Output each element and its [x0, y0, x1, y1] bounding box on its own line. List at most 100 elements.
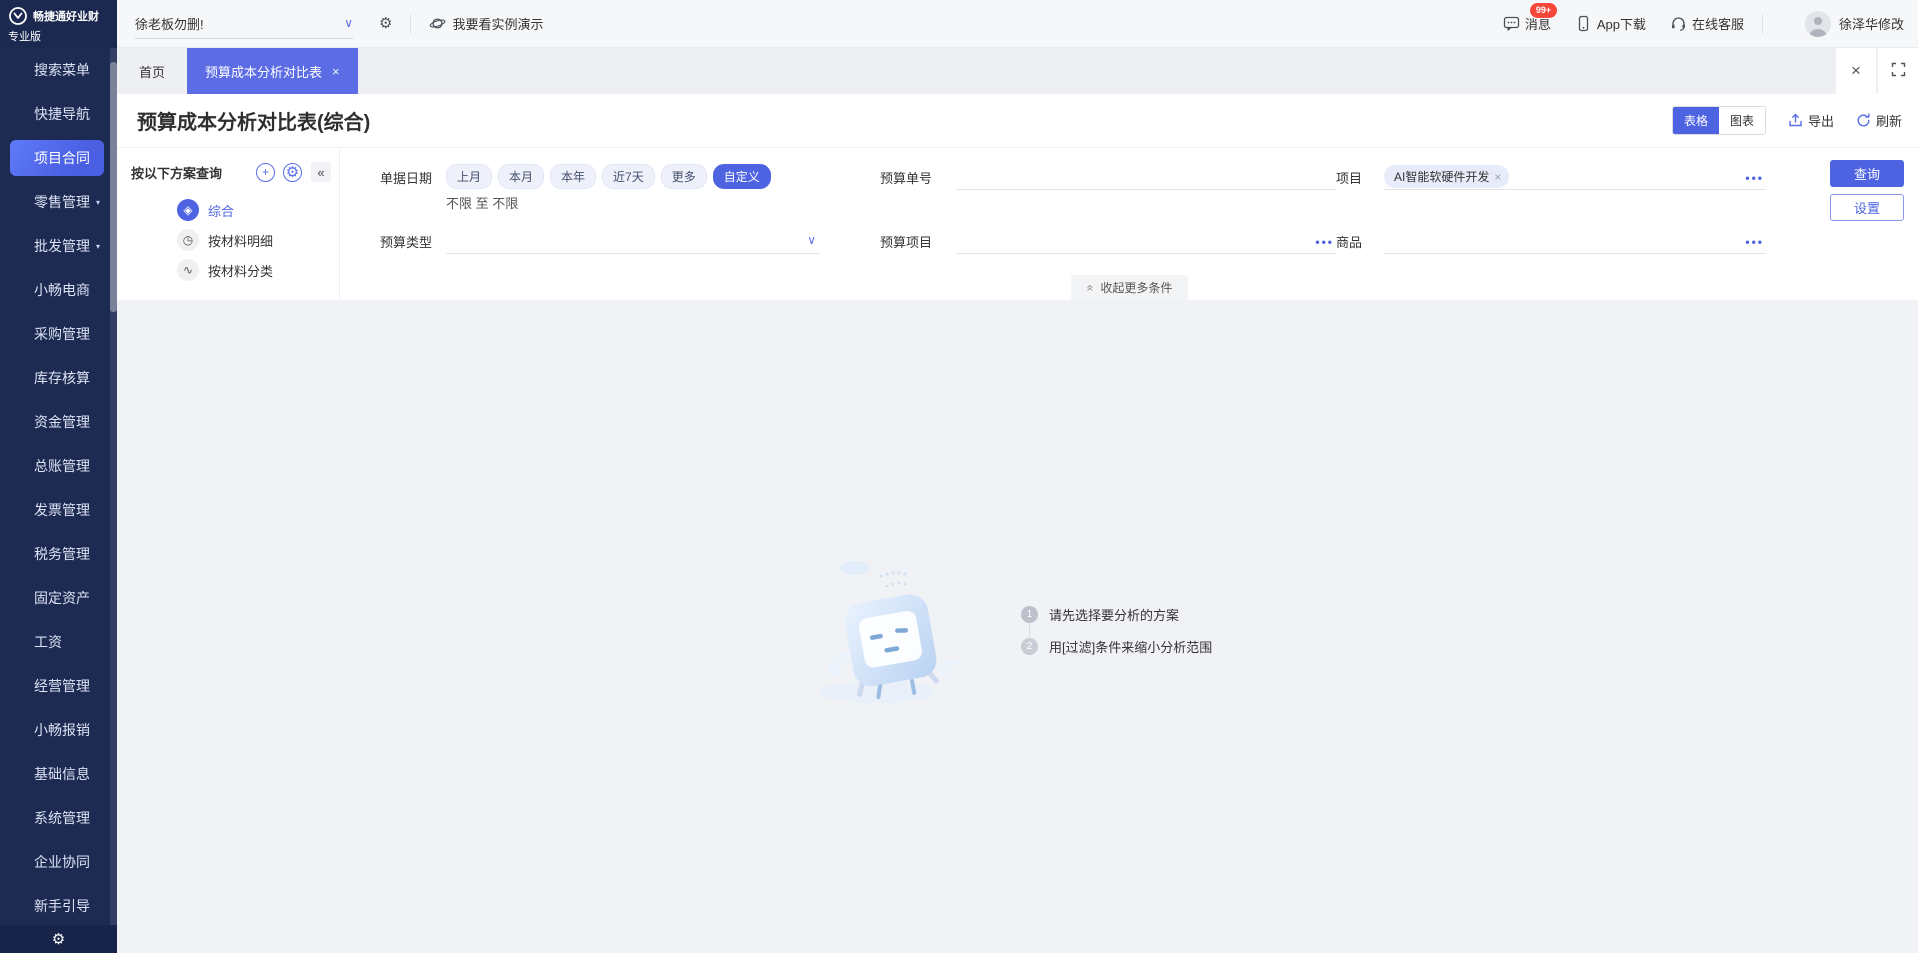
sidebar-item-button[interactable]: 快捷导航 — [10, 96, 104, 132]
sidebar-item-button[interactable]: 企业协同 — [10, 844, 104, 880]
tab-home[interactable]: 首页 — [117, 48, 187, 94]
sidebar-item-label: 零售管理 — [34, 192, 90, 212]
sidebar-item-button[interactable]: 总账管理 — [10, 448, 104, 484]
sidebar-item-button[interactable]: 基础信息 — [10, 756, 104, 792]
tab-close-icon[interactable] — [332, 64, 340, 79]
budget-type-select[interactable] — [446, 228, 820, 254]
messages-button[interactable]: 99+ 消息 — [1503, 14, 1551, 33]
collapse-panel-icon[interactable] — [311, 162, 331, 182]
remove-tag-icon[interactable] — [1494, 170, 1501, 184]
app-window: 畅捷通好业财 专业版 搜索菜单 快捷导航 项目合同 — [0, 0, 1918, 953]
plan-label: 按材料分类 — [208, 261, 273, 280]
sidebar-item-button[interactable]: 小畅报销 — [10, 712, 104, 748]
sidebar-item-label: 工资 — [34, 632, 62, 652]
sidebar-item-button[interactable]: 零售管理 — [10, 184, 104, 220]
sidebar-item-button[interactable]: 工资 — [10, 624, 104, 660]
date-range-value[interactable]: 不限 至 不限 — [446, 193, 777, 212]
date-option-pill[interactable]: 本月 — [498, 164, 544, 189]
sidebar-item-label: 新手引导 — [34, 896, 90, 916]
view-table-button[interactable]: 表格 — [1673, 107, 1719, 134]
app-download-button[interactable]: App下载 — [1575, 14, 1646, 33]
date-option-pill[interactable]: 近7天 — [602, 164, 655, 189]
export-label: 导出 — [1808, 111, 1834, 130]
sidebar-item-button[interactable]: 资金管理 — [10, 404, 104, 440]
project-picker-icon[interactable] — [1745, 171, 1764, 185]
sidebar-item-button[interactable]: 搜索菜单 — [10, 52, 104, 88]
plan-list: 综合 按材料明细 按材料分类 — [177, 199, 339, 281]
query-panel-title: 按以下方案查询 — [131, 163, 248, 182]
empty-state-steps: 1 请先选择要分析的方案 2 用[过滤]条件来缩小分析范围 — [1021, 605, 1212, 656]
collapse-more-label: 收起更多条件 — [1100, 279, 1172, 296]
phone-icon — [1575, 15, 1592, 32]
sidebar-item-button[interactable]: 小畅电商 — [10, 272, 104, 308]
user-name[interactable]: 徐泽华修改 — [1839, 14, 1904, 33]
tab-active[interactable]: 预算成本分析对比表 — [187, 48, 358, 94]
sidebar-item-label: 库存核算 — [34, 368, 90, 388]
sidebar: 畅捷通好业财 专业版 搜索菜单 快捷导航 项目合同 — [0, 0, 117, 953]
support-button[interactable]: 在线客服 — [1670, 14, 1744, 33]
chevron-up-icon — [1083, 284, 1097, 291]
sidebar-scrollbar-thumb[interactable] — [110, 62, 117, 312]
date-option-pill[interactable]: 本年 — [550, 164, 596, 189]
planet-icon — [429, 15, 446, 32]
step-text: 请先选择要分析的方案 — [1049, 605, 1179, 624]
export-button[interactable]: 导出 — [1788, 111, 1834, 130]
filter-block: 按以下方案查询 + 综合 按材料明细 — [117, 148, 1918, 300]
add-plan-icon[interactable]: + — [256, 163, 275, 182]
sidebar-item-button[interactable]: 批发管理 — [10, 228, 104, 264]
date-option-pill[interactable]: 更多 — [661, 164, 707, 189]
sidebar-item-button[interactable]: 库存核算 — [10, 360, 104, 396]
sidebar-item: 固定资产 — [0, 576, 110, 620]
refresh-button[interactable]: 刷新 — [1856, 111, 1902, 130]
settings-gear-icon[interactable] — [52, 930, 65, 948]
avatar[interactable] — [1805, 11, 1831, 37]
plan-settings-icon[interactable] — [283, 163, 302, 182]
view-chart-button[interactable]: 图表 — [1719, 107, 1765, 134]
sidebar-item-button[interactable]: 采购管理 — [10, 316, 104, 352]
budget-item-input[interactable] — [956, 228, 1336, 254]
sidebar-item-button[interactable]: 系统管理 — [10, 800, 104, 836]
budget-item-picker-icon[interactable] — [1315, 235, 1334, 249]
main-content: 1 请先选择要分析的方案 2 用[过滤]条件来缩小分析范围 — [117, 300, 1918, 953]
project-input[interactable]: AI智能软硬件开发 — [1384, 164, 1766, 190]
goods-picker-icon[interactable] — [1745, 235, 1764, 249]
budget-no-input[interactable] — [956, 164, 1336, 190]
date-filter-label: 单据日期 — [380, 164, 446, 187]
sidebar-scrollbar[interactable] — [110, 48, 117, 925]
brand-logo-icon — [8, 6, 28, 26]
export-icon — [1788, 113, 1803, 128]
sidebar-item-button[interactable]: 固定资产 — [10, 580, 104, 616]
date-option-pill[interactable]: 自定义 — [713, 164, 771, 189]
date-option-pill[interactable]: 上月 — [446, 164, 492, 189]
sidebar-item: 库存核算 — [0, 356, 110, 400]
plan-item[interactable]: 按材料明细 — [177, 229, 339, 251]
sidebar-item: 发票管理 — [0, 488, 110, 532]
close-all-tabs-button[interactable] — [1836, 48, 1876, 94]
sidebar-item: 经营管理 — [0, 664, 110, 708]
goods-input[interactable] — [1384, 228, 1766, 254]
sidebar-item-button[interactable]: 新手引导 — [10, 888, 104, 924]
plan-item[interactable]: 综合 — [177, 199, 339, 221]
demo-link[interactable]: 我要看实例演示 — [429, 14, 543, 33]
chevron-down-icon — [807, 233, 816, 247]
topbar-gear-icon[interactable] — [379, 14, 392, 33]
plan-label: 综合 — [208, 201, 234, 220]
plan-item[interactable]: 按材料分类 — [177, 259, 339, 281]
plan-icon — [177, 229, 199, 251]
collapse-more-button[interactable]: 收起更多条件 — [1071, 275, 1189, 300]
sidebar-item-label: 快捷导航 — [34, 104, 90, 124]
chevron-down-icon — [96, 242, 100, 251]
query-button[interactable]: 查询 — [1830, 160, 1904, 187]
fullscreen-button[interactable] — [1878, 48, 1918, 94]
close-icon — [1851, 61, 1861, 81]
settings-button[interactable]: 设置 — [1830, 194, 1904, 221]
sidebar-item-button[interactable]: 经营管理 — [10, 668, 104, 704]
sidebar-item: 小畅报销 — [0, 708, 110, 752]
sidebar-item-button[interactable]: 项目合同 — [10, 140, 104, 176]
company-select[interactable]: 徐老板勿删! — [135, 9, 353, 39]
demo-link-label: 我要看实例演示 — [452, 14, 543, 33]
sidebar-item-button[interactable]: 发票管理 — [10, 492, 104, 528]
plan-label: 按材料明细 — [208, 231, 273, 250]
sidebar-item-button[interactable]: 税务管理 — [10, 536, 104, 572]
step-row: 1 请先选择要分析的方案 — [1021, 605, 1212, 624]
